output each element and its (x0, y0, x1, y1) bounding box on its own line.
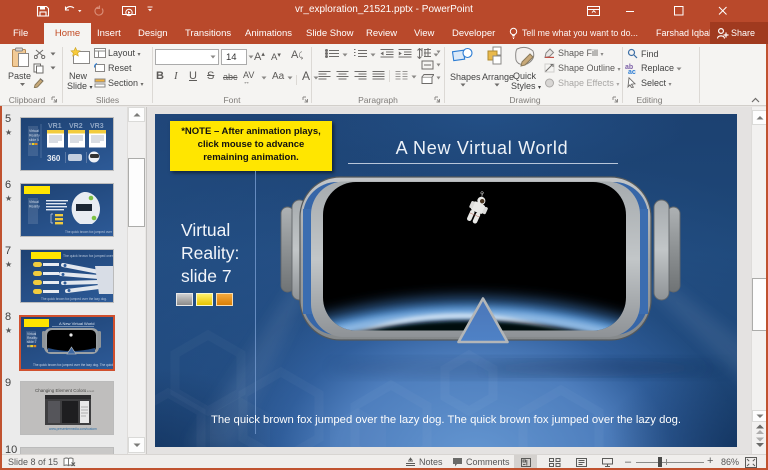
svg-text:The quick brown fox jumped ove: The quick brown fox jumped over the lazy… (33, 363, 113, 367)
svg-text:Reality: Reality (29, 134, 40, 138)
svg-text:slide 7: slide 7 (27, 340, 37, 344)
svg-text:360: 360 (47, 154, 61, 163)
svg-text:A New Virtual World: A New Virtual World (59, 321, 94, 326)
svg-text:— a text: — a text (83, 389, 94, 393)
svg-text:Virtual: Virtual (29, 200, 39, 204)
svg-text:VR1: VR1 (48, 123, 62, 130)
svg-text:www.presentermedia.com/custom: www.presentermedia.com/custom (49, 427, 97, 431)
svg-text:The quick brown fox jumped ove: The quick brown fox jumped over the lazy… (65, 230, 113, 234)
svg-text:ac: ac (628, 69, 636, 74)
svg-text:slide 5: slide 5 (29, 138, 39, 142)
svg-text:The quick brown fox jumped ove: The quick brown fox jumped over the lazy… (41, 297, 107, 301)
svg-text:Reality: Reality (29, 205, 40, 209)
svg-text:VR3: VR3 (90, 123, 104, 130)
svg-text:Changing Element Colors: Changing Element Colors (35, 388, 87, 393)
svg-text:The quick brown fox jumped ove: The quick brown fox jumped over the lazy… (63, 254, 113, 258)
svg-text:VR2: VR2 (69, 123, 83, 130)
svg-text:Virtual: Virtual (29, 129, 39, 133)
